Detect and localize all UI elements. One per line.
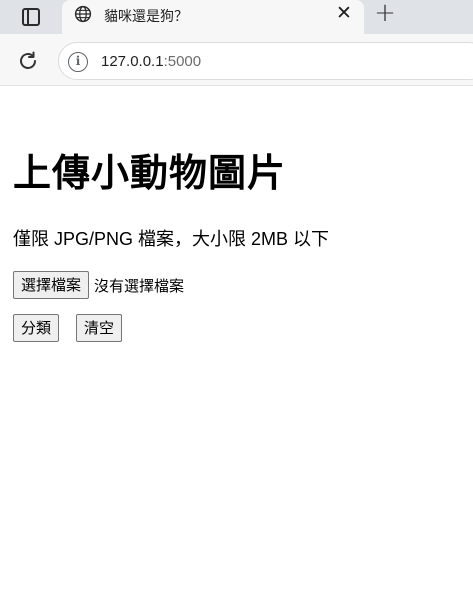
tab-strip: 貓咪還是狗？ ✕ +	[0, 0, 473, 34]
url-text[interactable]: 127.0.0.1:5000	[101, 53, 201, 70]
new-tab-icon[interactable]: +	[372, 0, 398, 27]
url-port: :5000	[163, 53, 202, 70]
tab-actions-icon	[22, 8, 40, 26]
clear-button[interactable]: 清空	[76, 314, 123, 342]
tab-title: 貓咪還是狗？	[104, 9, 188, 25]
classify-button[interactable]: 分類	[13, 314, 60, 342]
choose-file-button[interactable]: 選擇檔案	[13, 271, 90, 299]
file-input: 選擇檔案 沒有選擇檔案	[13, 271, 184, 299]
upload-note: 僅限 JPG/PNG 檔案，大小限 2MB 以下	[13, 229, 330, 249]
browser-toolbar: i 127.0.0.1:5000	[0, 34, 473, 86]
action-buttons: 分類 清空	[13, 314, 123, 342]
address-bar[interactable]: i 127.0.0.1:5000	[58, 42, 473, 80]
url-host: 127.0.0.1	[101, 53, 164, 70]
globe-icon	[74, 5, 92, 23]
page-title: 上傳小動物圖片	[13, 151, 287, 195]
close-tab-icon[interactable]: ✕	[334, 3, 354, 23]
tab-actions-button[interactable]	[0, 0, 62, 34]
file-status: 沒有選擇檔案	[94, 276, 185, 295]
tab-active[interactable]: 貓咪還是狗？ ✕	[62, 0, 364, 34]
reload-icon[interactable]	[16, 49, 40, 73]
info-icon[interactable]: i	[68, 52, 88, 72]
